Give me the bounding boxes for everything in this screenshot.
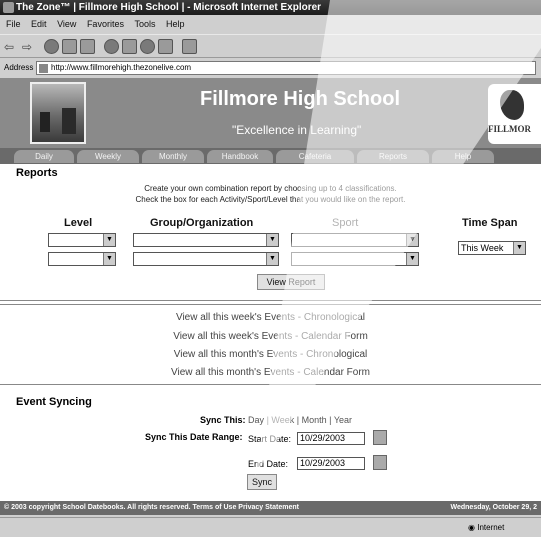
address-label: Address	[4, 63, 34, 72]
header-banner: Fillmore High School "Excellence in Lear…	[0, 78, 541, 148]
school-building-image	[30, 82, 86, 144]
level-select-1[interactable]: ▼	[48, 233, 116, 247]
status-bar: ◉ Internet	[0, 517, 541, 537]
print-icon[interactable]	[182, 39, 197, 54]
page-footer: © 2003 copyright School Datebooks. All r…	[0, 501, 541, 515]
sync-year-link[interactable]: Year	[334, 415, 352, 425]
sync-month-link[interactable]: Month	[302, 415, 327, 425]
dropdown-arrow-icon: ▼	[266, 253, 278, 265]
page-icon	[39, 64, 48, 73]
group-header: Group/Organization	[150, 217, 254, 229]
school-name: Fillmore High School	[200, 88, 401, 110]
refresh-icon[interactable]	[62, 39, 77, 54]
level-header: Level	[64, 217, 93, 229]
dropdown-arrow-icon: ▼	[406, 234, 418, 246]
search-icon[interactable]	[104, 39, 119, 54]
sport-select-1[interactable]: ▼	[291, 233, 419, 247]
mail-icon[interactable]	[158, 39, 173, 54]
month-calendar-link[interactable]: View all this month's Events - Calendar …	[0, 367, 541, 378]
sync-button[interactable]: Sync	[247, 474, 277, 490]
menu-tools[interactable]: Tools	[134, 19, 155, 29]
nav-weekly[interactable]: Weekly	[77, 150, 139, 163]
favorites-icon[interactable]	[122, 39, 137, 54]
start-calendar-icon[interactable]	[373, 430, 387, 445]
divider	[0, 384, 541, 385]
week-chronological-link[interactable]: View all this week's Events - Chronologi…	[0, 312, 541, 323]
sync-day-link[interactable]: Day	[248, 415, 264, 425]
sync-this-label: Sync This:	[200, 415, 246, 425]
window-title: The Zone™ | Fillmore High School | - Mic…	[16, 2, 322, 13]
divider	[0, 304, 541, 305]
start-date-input[interactable]: 10/29/2003	[297, 432, 365, 445]
end-date-input[interactable]: 10/29/2003	[297, 457, 365, 470]
end-date-label: End Date:	[248, 459, 289, 469]
nav-daily[interactable]: Daily	[14, 150, 74, 163]
sync-week-link[interactable]: Week	[271, 415, 294, 425]
stop-icon[interactable]	[44, 39, 59, 54]
dropdown-arrow-icon: ▼	[406, 253, 418, 265]
nav-reports[interactable]: Reports	[357, 150, 429, 163]
time-span-value: This Week	[461, 243, 504, 253]
menu-help[interactable]: Help	[166, 19, 185, 29]
dropdown-arrow-icon: ▼	[103, 253, 115, 265]
reports-title: Reports	[16, 167, 58, 179]
footer-date: Wednesday, October 29, 2	[450, 504, 538, 511]
nav-bar: Daily Weekly Monthly Handbook Cafeteria …	[0, 148, 541, 164]
internet-zone: ◉ Internet	[468, 523, 505, 532]
toolbar: ⇦ ⇨	[0, 34, 541, 58]
home-icon[interactable]	[80, 39, 95, 54]
nav-cafeteria[interactable]: Cafeteria	[276, 150, 354, 163]
dropdown-arrow-icon: ▼	[103, 234, 115, 246]
event-syncing-title: Event Syncing	[16, 396, 92, 408]
footer-copyright: © 2003 copyright School Datebooks. All r…	[4, 504, 299, 511]
address-bar: Address http://www.fillmorehigh.thezonel…	[0, 59, 541, 77]
dropdown-arrow-icon: ▼	[513, 242, 525, 254]
back-icon[interactable]: ⇦	[4, 40, 14, 54]
start-date-label: Start Date:	[248, 434, 292, 444]
menu-favorites[interactable]: Favorites	[87, 19, 124, 29]
mascot-logo: FILLMOR	[488, 84, 541, 144]
group-select-2[interactable]: ▼	[133, 252, 279, 266]
ie-icon	[3, 2, 14, 13]
history-icon[interactable]	[140, 39, 155, 54]
school-motto: "Excellence in Learning"	[232, 123, 362, 137]
dropdown-arrow-icon: ▼	[266, 234, 278, 246]
group-select-1[interactable]: ▼	[133, 233, 279, 247]
week-calendar-link[interactable]: View all this week's Events - Calendar F…	[0, 331, 541, 342]
divider	[0, 300, 541, 301]
reports-instruction-2: Check the box for each Activity/Sport/Le…	[135, 195, 406, 204]
web-page: Fillmore High School "Excellence in Lear…	[0, 78, 541, 515]
month-chronological-link[interactable]: View all this month's Events - Chronolog…	[0, 349, 541, 360]
menu-view[interactable]: View	[57, 19, 76, 29]
sport-header: Sport	[332, 217, 359, 229]
nav-handbook[interactable]: Handbook	[207, 150, 273, 163]
sync-range-label: Sync This Date Range:	[145, 432, 243, 442]
menu-file[interactable]: File	[6, 19, 21, 29]
menu-bar: File Edit View Favorites Tools Help	[0, 16, 541, 33]
nav-monthly[interactable]: Monthly	[142, 150, 204, 163]
address-url: http://www.fillmorehigh.thezonelive.com	[51, 63, 192, 72]
time-span-header: Time Span	[462, 217, 518, 229]
menu-edit[interactable]: Edit	[31, 19, 47, 29]
globe-icon: ◉	[468, 523, 475, 532]
sport-select-2[interactable]: ▼	[291, 252, 419, 266]
level-select-2[interactable]: ▼	[48, 252, 116, 266]
view-report-button[interactable]: View Report	[257, 274, 325, 290]
browser-window: The Zone™ | Fillmore High School | - Mic…	[0, 0, 541, 537]
nav-help[interactable]: Help	[432, 150, 494, 163]
title-bar: The Zone™ | Fillmore High School | - Mic…	[0, 0, 541, 15]
time-span-select[interactable]: This Week ▼	[458, 241, 526, 255]
address-input[interactable]: http://www.fillmorehigh.thezonelive.com	[36, 61, 536, 75]
end-calendar-icon[interactable]	[373, 455, 387, 470]
reports-instruction-1: Create your own combination report by ch…	[144, 184, 397, 193]
sync-this-row: Sync This: Day | Week | Month | Year	[200, 415, 353, 425]
forward-icon[interactable]: ⇨	[22, 40, 32, 54]
